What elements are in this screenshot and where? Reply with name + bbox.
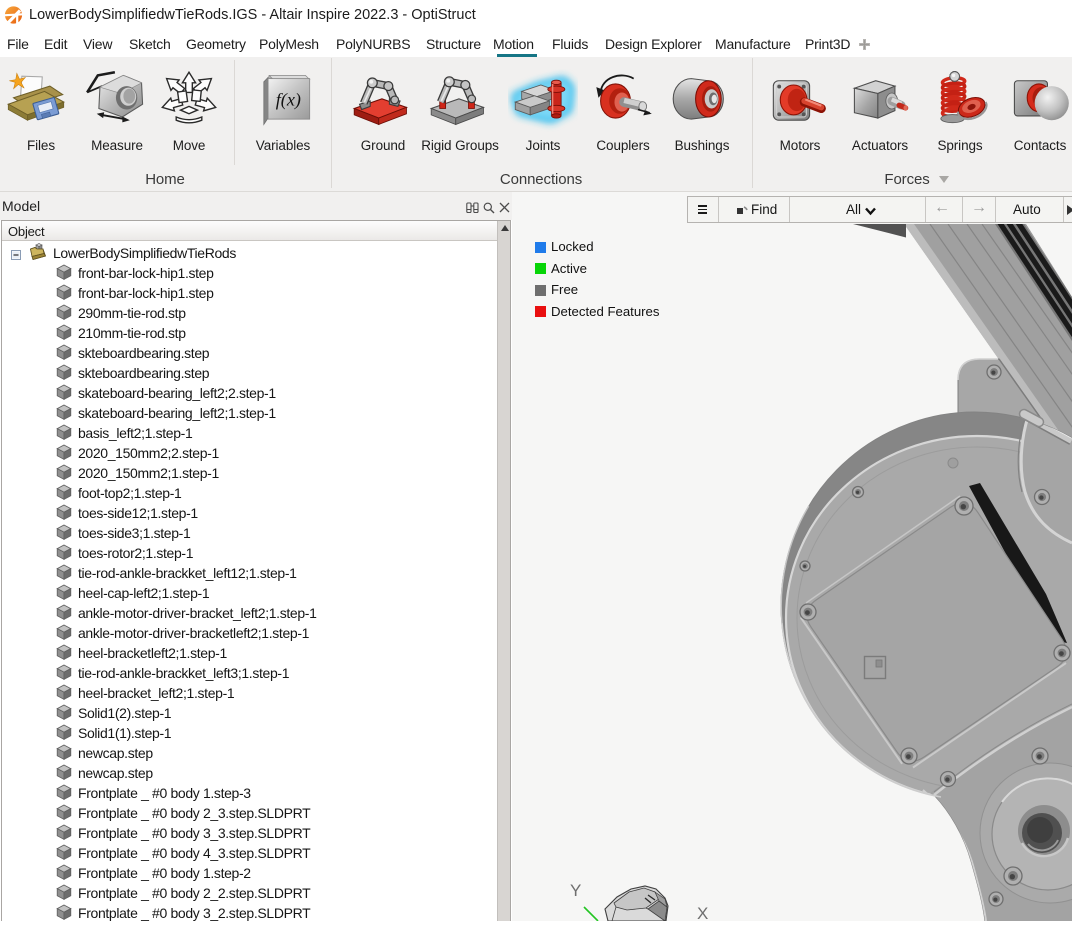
svg-text:X: X (697, 904, 708, 921)
svg-text:f(x): f(x) (276, 89, 301, 110)
svg-text:Y: Y (570, 881, 581, 900)
